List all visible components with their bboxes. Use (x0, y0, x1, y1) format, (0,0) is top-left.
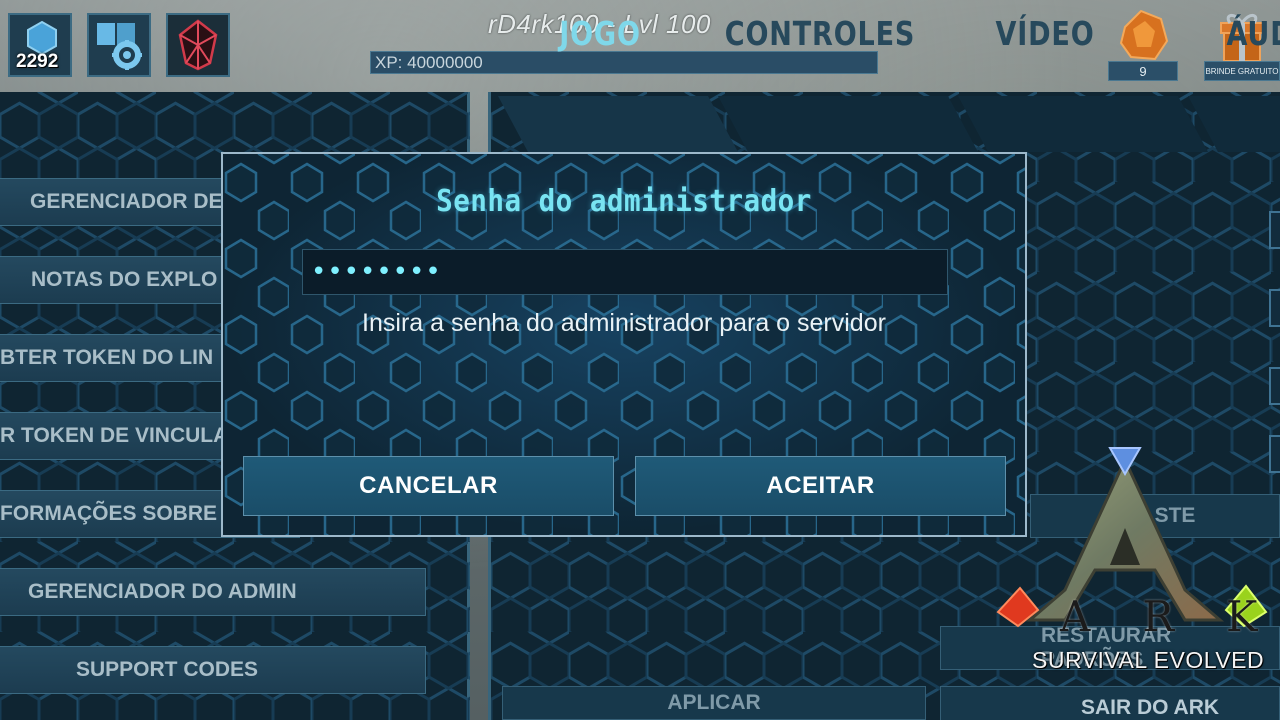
tab-jogo[interactable]: JOGO (551, 0, 649, 66)
menu-item-label: SUPPORT CODES (76, 658, 259, 681)
apply-label: APLICAR (667, 691, 761, 714)
setting-checkbox[interactable] (1269, 211, 1280, 249)
crystal-icon (178, 19, 218, 71)
exit-ark-button[interactable]: SAIR DO ARK (940, 686, 1280, 720)
menu-item-label: BTER TOKEN DO LIN (0, 346, 214, 369)
setting-checkbox[interactable] (1269, 367, 1280, 405)
accept-button-label: ACEITAR (766, 472, 875, 499)
admin-password-dialog: Senha do administrador Insira a senha do… (221, 152, 1027, 537)
menu-item-support-codes[interactable]: SUPPORT CODES (0, 646, 426, 694)
tab-audio[interactable]: ÁUD (1223, 0, 1280, 66)
cancel-button[interactable]: CANCELAR (243, 456, 614, 516)
menu-item-label: NOTAS DO EXPLO (31, 268, 218, 291)
ark-logo-icon (996, 447, 1268, 628)
amber-icon (1119, 9, 1169, 61)
menu-item-label: GERENCIADOR DE (30, 190, 223, 213)
menu-item-label: FORMAÇÕES SOBRE (0, 502, 218, 525)
settings-button[interactable] (87, 13, 151, 77)
reward-count: 9 (1108, 61, 1178, 81)
menu-item-admin-manager[interactable]: GERENCIADOR DO ADMIN (0, 568, 426, 616)
coins-button[interactable]: 2292 (8, 13, 72, 77)
apply-button[interactable]: APLICAR (502, 686, 926, 720)
cancel-button-label: CANCELAR (359, 472, 498, 499)
exit-ark-label: SAIR DO ARK (1080, 696, 1220, 719)
menu-item-label: R TOKEN DE VINCULA (0, 424, 229, 447)
ark-logo-letters: ARK (1060, 592, 1257, 641)
tab-controles[interactable]: CONTROLES (725, 0, 915, 66)
setting-checkbox[interactable] (1269, 289, 1280, 327)
tab-video[interactable]: VÍDEO (992, 0, 1099, 66)
coin-count: 2292 (16, 51, 59, 72)
password-input[interactable] (302, 249, 948, 295)
ark-logo-subtitle: SURVIVAL EVOLVED (1032, 647, 1265, 673)
book-gear-icon (97, 23, 142, 70)
dialog-message: Insira a senha do administrador para o s… (362, 309, 886, 337)
menu-item-label: GERENCIADOR DO ADMIN (28, 580, 297, 603)
dialog-title: Senha do administrador (436, 184, 812, 219)
xp-label: XP: 40000000 (375, 53, 483, 72)
tribe-button[interactable] (166, 13, 230, 77)
reward-button[interactable]: 9 (1108, 3, 1178, 81)
accept-button[interactable]: ACEITAR (635, 456, 1006, 516)
